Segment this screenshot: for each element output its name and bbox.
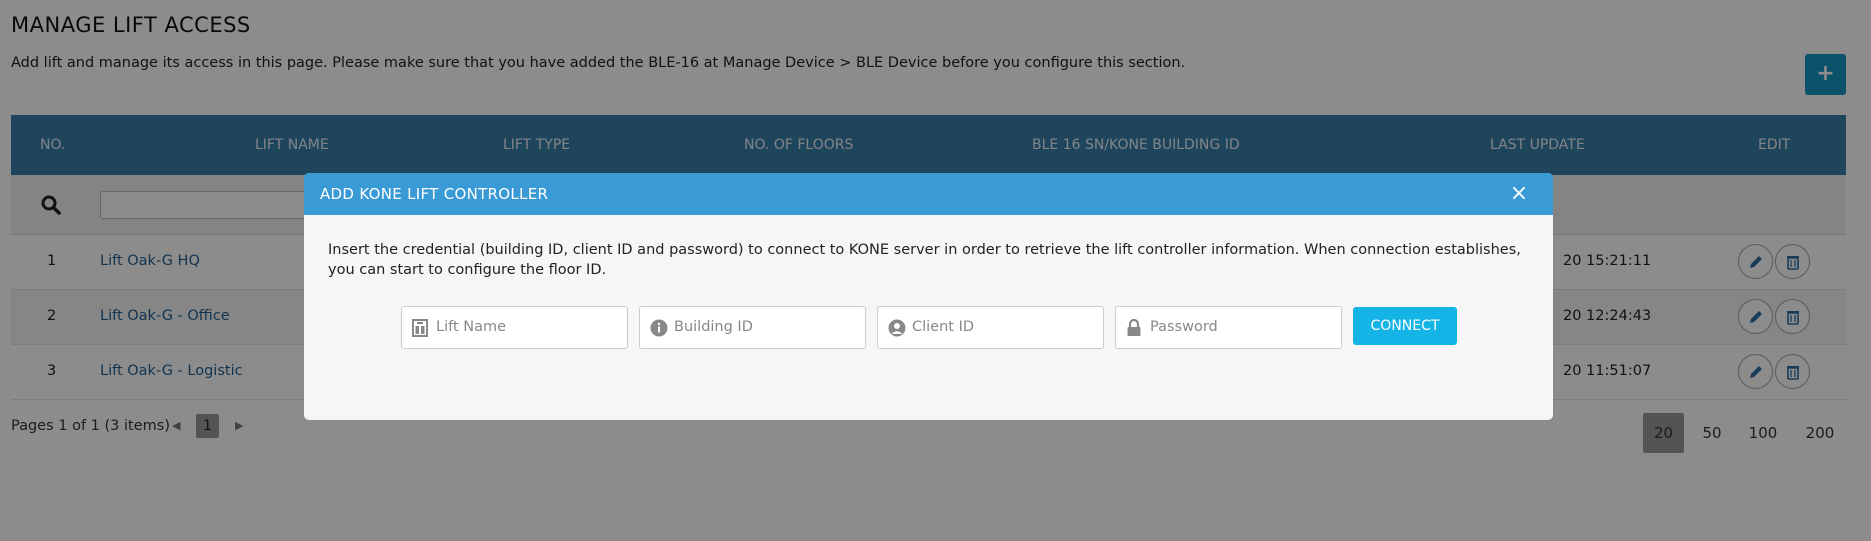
- lift-name-field[interactable]: Lift Name: [401, 306, 628, 349]
- user-icon: [888, 319, 906, 341]
- connect-button[interactable]: CONNECT: [1353, 307, 1457, 345]
- dialog-header: ADD KONE LIFT CONTROLLER ×: [304, 173, 1553, 215]
- lift-icon: [412, 319, 428, 341]
- lift-name-placeholder: Lift Name: [436, 319, 507, 335]
- password-placeholder: Password: [1150, 319, 1218, 335]
- close-icon[interactable]: ×: [1506, 181, 1532, 207]
- client-id-placeholder: Client ID: [912, 319, 975, 335]
- building-id-field[interactable]: Building ID: [639, 306, 866, 349]
- building-id-placeholder: Building ID: [674, 319, 753, 335]
- info-icon: [650, 319, 668, 341]
- add-kone-lift-dialog: ADD KONE LIFT CONTROLLER × Insert the cr…: [304, 173, 1553, 420]
- lock-icon: [1126, 318, 1142, 341]
- password-field[interactable]: Password: [1115, 306, 1342, 349]
- client-id-field[interactable]: Client ID: [877, 306, 1104, 349]
- dialog-instructions: Insert the credential (building ID, clie…: [328, 242, 1521, 278]
- dialog-title: ADD KONE LIFT CONTROLLER: [320, 185, 549, 203]
